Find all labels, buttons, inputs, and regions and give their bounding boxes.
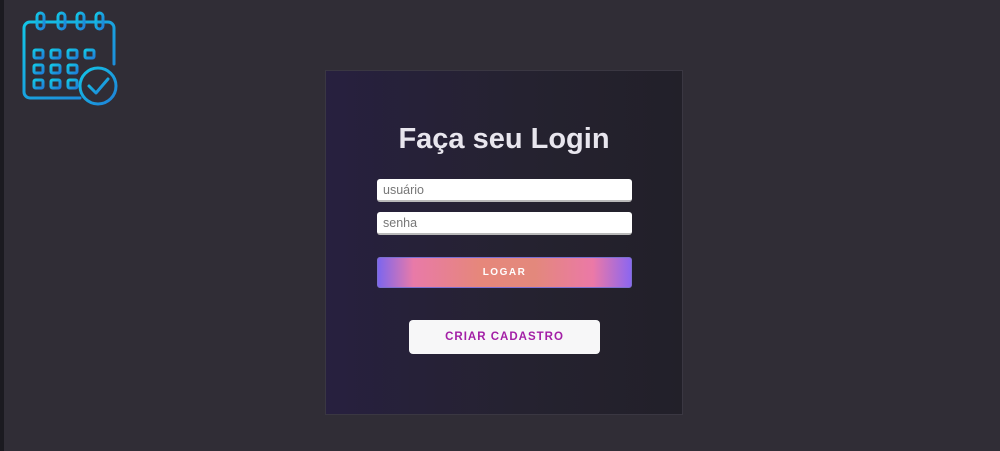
login-card: Faça seu Login LOGAR CRIAR CADASTRO — [325, 70, 683, 415]
login-title: Faça seu Login — [398, 123, 610, 155]
create-account-button[interactable]: CRIAR CADASTRO — [409, 320, 600, 354]
calendar-check-icon — [20, 10, 120, 106]
username-input[interactable] — [377, 179, 632, 202]
window-left-edge — [0, 0, 4, 451]
login-button[interactable]: LOGAR — [377, 257, 632, 288]
password-input[interactable] — [377, 212, 632, 235]
